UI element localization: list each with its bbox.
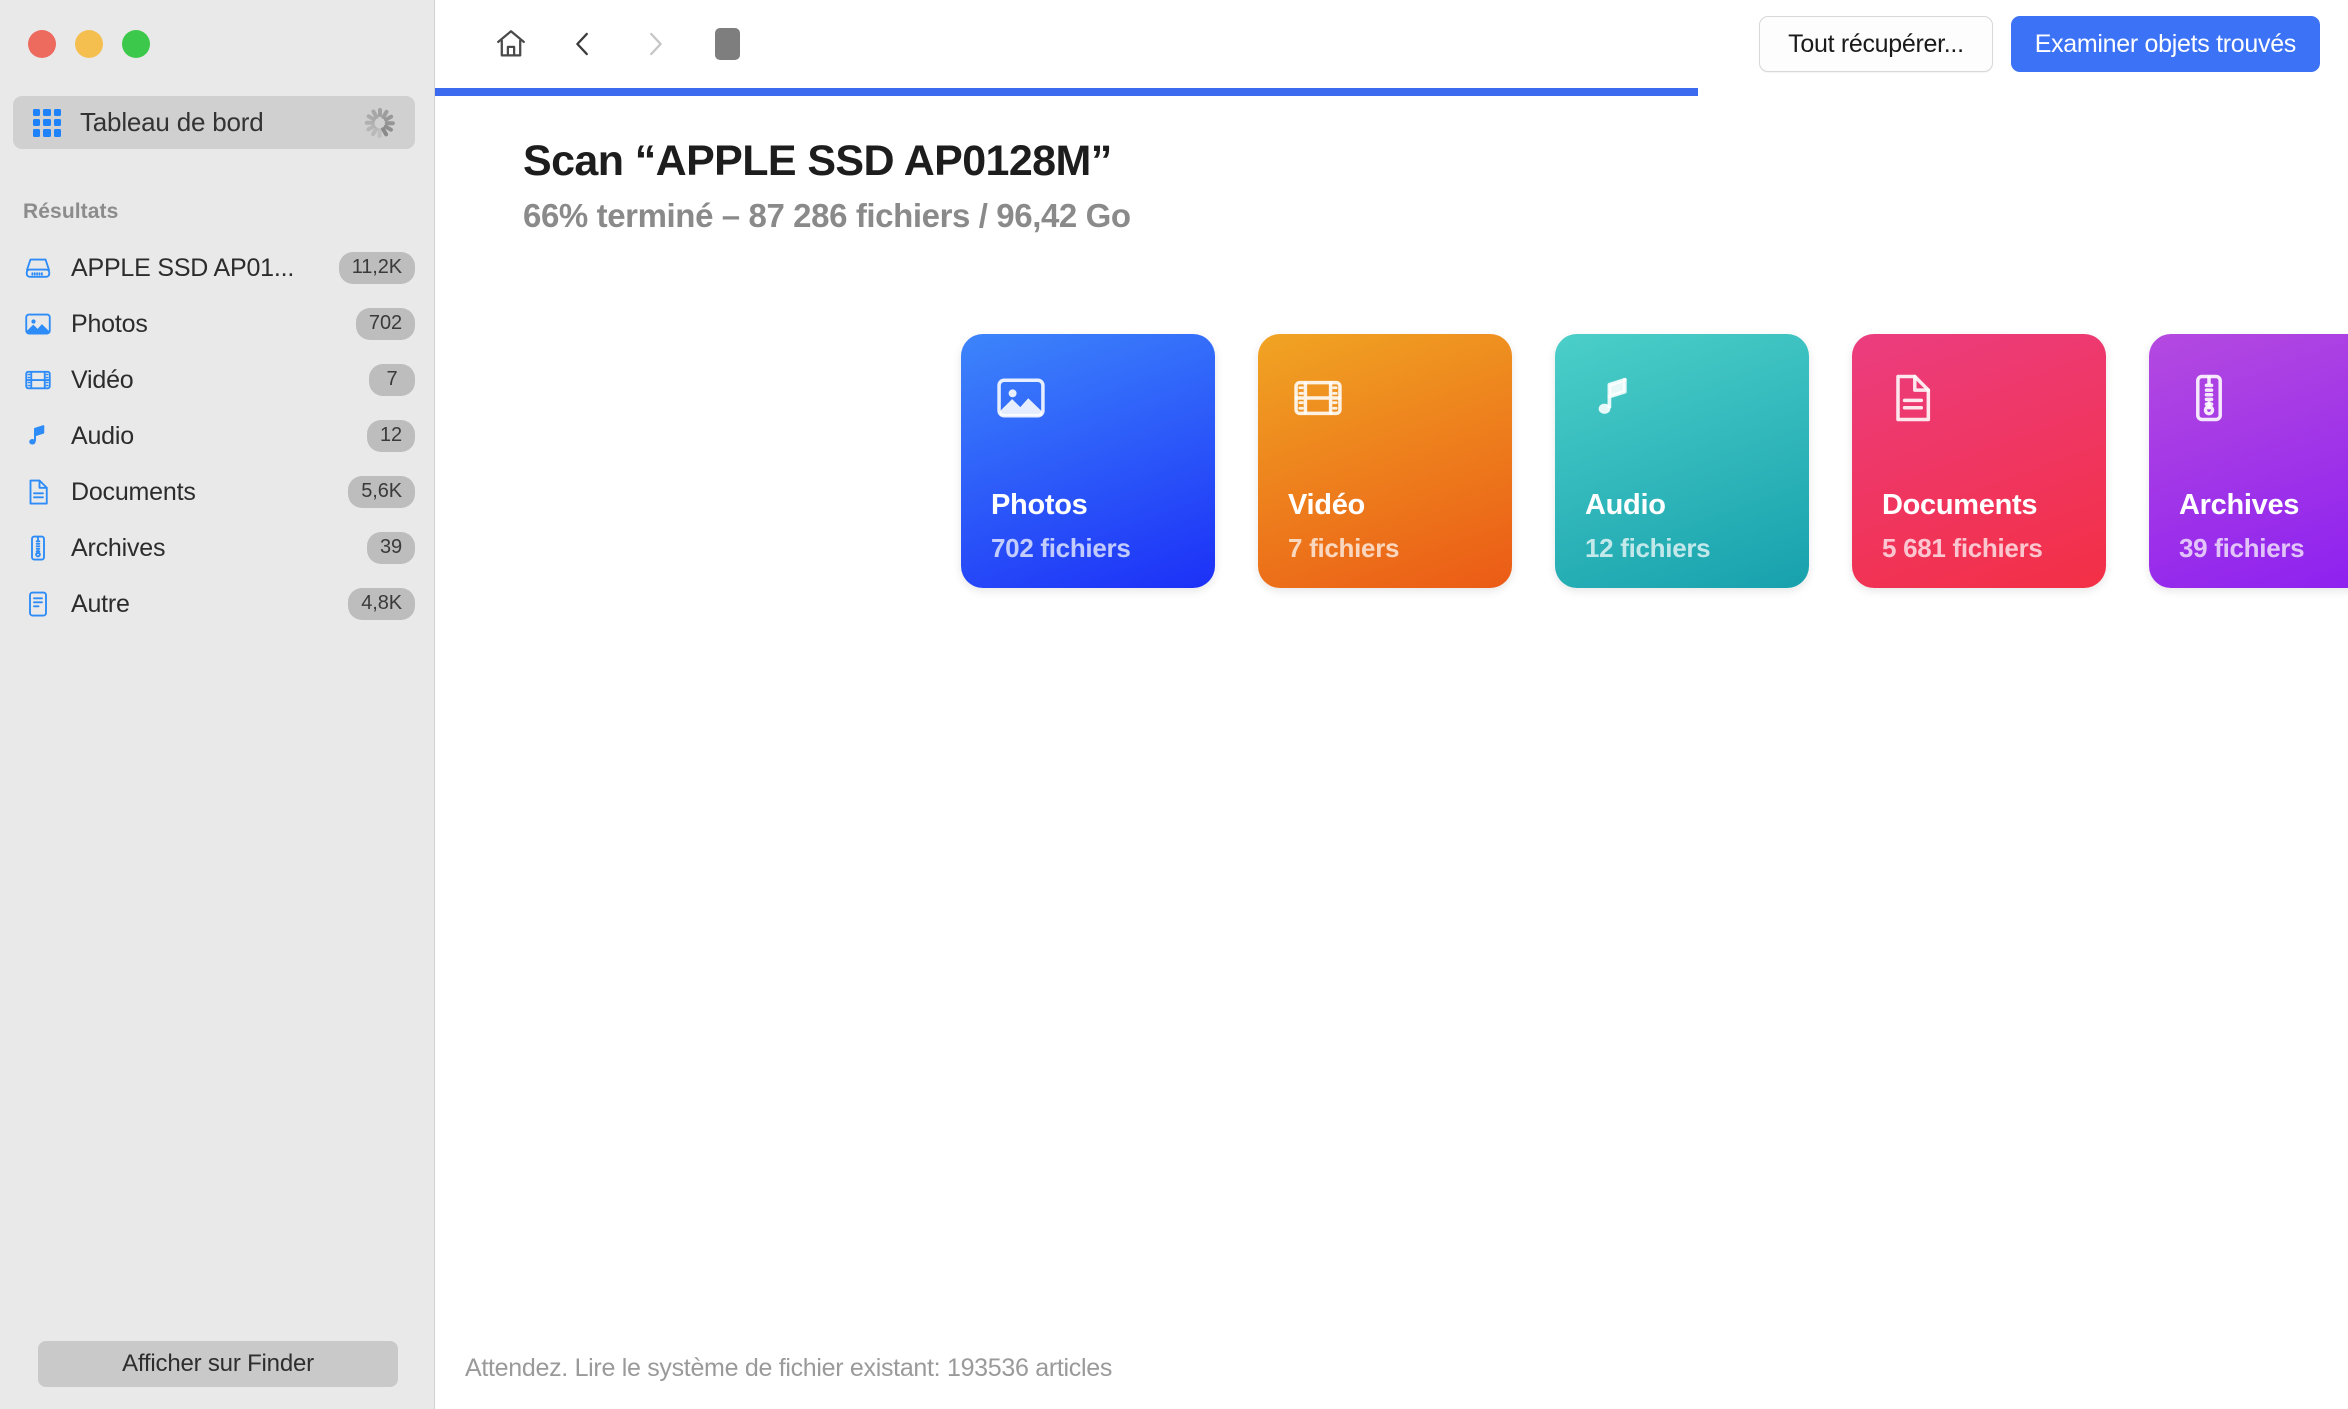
- grid-icon: [33, 108, 61, 137]
- list-document-icon: [23, 589, 53, 619]
- chevron-right-icon: [650, 32, 662, 56]
- sidebar-item-label: Tableau de bord: [80, 107, 264, 137]
- sidebar-item-badge: 5,6K: [348, 476, 415, 508]
- document-icon: [1884, 370, 1940, 426]
- card-count: 12 fichiers: [1585, 533, 1711, 563]
- film-icon: [1294, 380, 1342, 416]
- sidebar-item-audio[interactable]: Audio 12: [0, 408, 435, 464]
- zip-icon: [31, 535, 45, 561]
- film-icon: [23, 365, 53, 395]
- document-icon: [23, 477, 53, 507]
- sidebar-item-label: Audio: [71, 421, 134, 450]
- sidebar-item-badge: 11,2K: [338, 252, 415, 284]
- sidebar-item-dashboard[interactable]: Tableau de bord: [13, 96, 415, 149]
- home-icon: [497, 30, 525, 57]
- stop-scan-button[interactable]: [691, 16, 763, 72]
- card-title: Vidéo: [1288, 489, 1365, 521]
- music-note-icon: [23, 421, 53, 451]
- toolbar: Tout récupérer... Examiner objets trouvé…: [435, 0, 2348, 88]
- category-card-photos[interactable]: Photos 702 fichiers: [961, 334, 1215, 588]
- card-count: 39 fichiers: [2179, 533, 2305, 563]
- film-icon: [25, 370, 51, 390]
- minimize-button[interactable]: [75, 30, 103, 58]
- card-count: 7 fichiers: [1288, 533, 1400, 563]
- music-note-icon: [1598, 377, 1627, 414]
- card-title: Documents: [1882, 489, 2038, 521]
- content-area: Scan “APPLE SSD AP0128M” 66% terminé – 8…: [435, 96, 2348, 1409]
- sidebar-item-label: Documents: [71, 477, 196, 506]
- zip-icon: [23, 533, 53, 563]
- zoom-button[interactable]: [122, 30, 150, 58]
- sidebar-item-archives[interactable]: Archives 39: [0, 520, 435, 576]
- scan-progress-bar: [435, 88, 2348, 96]
- scan-progress-fill: [435, 88, 1698, 96]
- sidebar-item-documents[interactable]: Documents 5,6K: [0, 464, 435, 520]
- toolbar-navigation: [475, 16, 763, 72]
- category-card-audio[interactable]: Audio 12 fichiers: [1555, 334, 1809, 588]
- sidebar-item-label: APPLE SSD AP01...: [71, 253, 295, 282]
- sidebar-results-list: APPLE SSD AP01... 11,2K Photos 702 Vidéo 7 …: [0, 240, 435, 632]
- chevron-left-icon: [576, 32, 588, 56]
- sidebar-section-title: Résultats: [23, 200, 119, 223]
- sidebar-item-badge: 39: [366, 532, 415, 564]
- back-button[interactable]: [547, 16, 619, 72]
- recover-all-button[interactable]: Tout récupérer...: [1759, 16, 1993, 72]
- sidebar-item-label: Autre: [71, 589, 130, 618]
- main-panel: Tout récupérer... Examiner objets trouvé…: [435, 0, 2348, 1409]
- card-title: Photos: [991, 489, 1088, 521]
- film-icon: [1290, 370, 1346, 426]
- sidebar-item-label: Vidéo: [71, 365, 134, 394]
- sidebar-item-photos[interactable]: Photos 702: [0, 296, 435, 352]
- sidebar-item-apple-ssd-ap01[interactable]: APPLE SSD AP01... 11,2K: [0, 240, 435, 296]
- category-card-grid: Photos 702 fichiers Vidéo 7 fichiers Audio…: [961, 334, 2348, 588]
- category-card-vid-o[interactable]: Vidéo 7 fichiers: [1258, 334, 1512, 588]
- list-document-icon: [29, 591, 47, 617]
- toolbar-actions: Tout récupérer... Examiner objets trouvé…: [1759, 16, 2320, 72]
- sidebar-item-badge: 4,8K: [348, 588, 415, 620]
- sidebar-item-badge: 12: [366, 420, 415, 452]
- card-count: 702 fichiers: [991, 533, 1131, 563]
- sidebar-item-vid-o[interactable]: Vidéo 7: [0, 352, 435, 408]
- page-title: Scan “APPLE SSD AP0128M”: [523, 137, 1112, 185]
- card-count: 5 681 fichiers: [1882, 533, 2043, 563]
- photo-icon: [993, 370, 1049, 426]
- sidebar-item-label: Photos: [71, 309, 148, 338]
- card-title: Archives: [2179, 489, 2300, 521]
- app-window: Tableau de bord Résultats APPLE SSD AP01…: [0, 0, 2348, 1409]
- page-subtitle: 66% terminé – 87 286 fichiers / 96,42 Go: [523, 197, 1131, 234]
- photo-icon: [997, 378, 1045, 418]
- document-icon: [29, 479, 48, 505]
- card-title: Audio: [1585, 489, 1666, 521]
- photo-icon: [25, 313, 51, 335]
- sidebar-item-label: Archives: [71, 533, 166, 562]
- zip-icon: [2196, 374, 2222, 422]
- forward-button[interactable]: [619, 16, 691, 72]
- sidebar-item-autre[interactable]: Autre 4,8K: [0, 576, 435, 632]
- category-card-documents[interactable]: Documents 5 681 fichiers: [1852, 334, 2106, 588]
- hard-drive-icon: [25, 258, 51, 278]
- sidebar-item-badge: 7: [369, 364, 415, 396]
- window-controls: [28, 30, 150, 58]
- spinner-icon: [363, 106, 397, 140]
- show-in-finder-button[interactable]: Afficher sur Finder: [38, 1341, 398, 1387]
- document-icon: [1896, 374, 1931, 422]
- status-message: Attendez. Lire le système de fichier exi…: [465, 1354, 1113, 1382]
- music-note-icon: [29, 425, 45, 445]
- hard-drive-icon: [23, 253, 53, 283]
- stop-icon: [714, 28, 740, 60]
- photo-icon: [23, 309, 53, 339]
- sidebar-item-badge: 702: [355, 308, 415, 340]
- category-card-archives[interactable]: Archives 39 fichiers: [2149, 334, 2348, 588]
- examine-found-items-button[interactable]: Examiner objets trouvés: [2010, 16, 2320, 72]
- home-button[interactable]: [475, 16, 547, 72]
- close-button[interactable]: [28, 30, 56, 58]
- music-note-icon: [1587, 370, 1643, 426]
- zip-icon: [2181, 370, 2237, 426]
- sidebar: Tableau de bord Résultats APPLE SSD AP01…: [0, 0, 435, 1409]
